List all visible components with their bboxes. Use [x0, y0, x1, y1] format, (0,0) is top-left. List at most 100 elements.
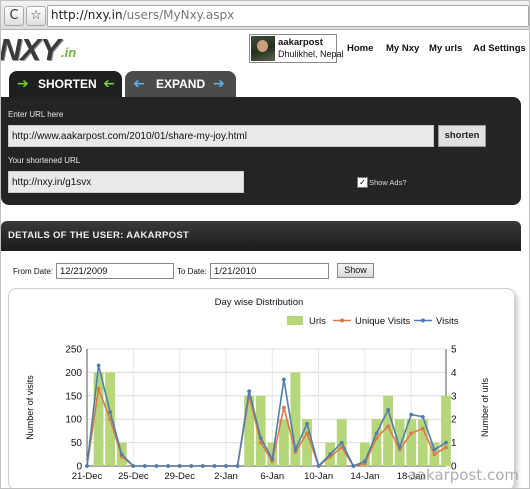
point-visits — [409, 412, 414, 417]
point-visits — [154, 464, 159, 468]
x-tick-label: 29-Dec — [164, 471, 195, 482]
address-bar[interactable]: http://nxy.in/users/MyNxy.aspx — [47, 5, 529, 27]
y2-axis-label: Number of urls — [480, 377, 490, 437]
point-visits — [131, 464, 136, 468]
legend-swatch-marker — [421, 318, 425, 323]
point-visits — [96, 363, 101, 368]
point-visits — [258, 436, 263, 440]
point-visits — [328, 452, 333, 457]
y-tick-label: 250 — [65, 345, 82, 356]
point-visits — [177, 464, 182, 468]
point-visits — [363, 459, 367, 464]
to-date-input[interactable]: 1/21/2010 — [210, 263, 329, 279]
point-visits — [143, 464, 147, 468]
bar-urls — [383, 395, 394, 466]
point-visits — [166, 464, 170, 468]
y-tick-label: 150 — [65, 391, 82, 402]
address-host: http://nxy.in — [51, 8, 123, 22]
short-url-field[interactable]: http://nxy.in/g1svx — [8, 171, 244, 193]
point-visits — [397, 445, 402, 450]
point-visits — [212, 464, 217, 468]
point-visits — [432, 447, 437, 452]
point-visits — [119, 452, 124, 457]
address-path: /users/MyNxy.aspx — [122, 8, 235, 22]
y2-tick-label: 2 — [451, 415, 457, 426]
bar-urls — [441, 395, 451, 466]
address-text: http://nxy.in/users/MyNxy.aspx — [51, 8, 234, 22]
show-button[interactable]: Show — [337, 263, 374, 278]
logo-text: NXY — [0, 32, 61, 67]
point-unique-visits — [409, 431, 414, 436]
y2-tick-label: 4 — [451, 368, 457, 379]
x-tick-label: 25-Dec — [118, 471, 149, 482]
point-visits — [293, 447, 298, 452]
bar-urls — [93, 372, 104, 466]
logo-suffix: .in — [61, 45, 77, 60]
point-visits — [85, 464, 89, 468]
checkmark-icon: ✓ — [359, 178, 366, 187]
tab-expand-label: EXPAND — [156, 77, 206, 91]
nav-my-urls[interactable]: My urls — [429, 43, 462, 54]
point-visits — [108, 410, 113, 415]
chart-title: Day wise Distribution — [215, 297, 304, 308]
point-unique-visits — [420, 426, 425, 431]
shortened-url-label: Your shortened URL — [8, 156, 81, 165]
point-unique-visits — [386, 424, 390, 429]
y2-tick-label: 1 — [451, 438, 457, 449]
enter-url-label: Enter URL here — [8, 110, 64, 119]
arrow-left-icon: ➔ — [133, 76, 145, 92]
point-unique-visits — [281, 405, 286, 410]
point-visits — [374, 431, 379, 436]
tab-shorten[interactable]: ➔ SHORTEN ➔ — [9, 71, 122, 97]
point-unique-visits — [444, 445, 448, 450]
x-tick-label: 6-Jan — [260, 471, 284, 482]
from-date-label: From Date: — [13, 267, 54, 276]
details-header: DETAILS OF THE USER: AAKARPOST — [1, 221, 521, 251]
legend-label: Urls — [309, 316, 326, 327]
from-date-input[interactable]: 12/21/2009 — [56, 263, 174, 279]
x-tick-label: 21-Dec — [72, 471, 103, 482]
point-visits — [351, 464, 356, 468]
legend-label: Unique Visits — [355, 316, 411, 327]
screenshot-frame: C ☆ http://nxy.in/users/MyNxy.aspx NXY .… — [0, 0, 530, 489]
point-unique-visits — [305, 431, 309, 436]
bookmark-star-icon[interactable]: ☆ — [26, 6, 46, 26]
point-unique-visits — [432, 452, 437, 457]
y-tick-label: 100 — [65, 415, 82, 426]
avatar — [251, 36, 275, 61]
to-date-label: To Date: — [177, 267, 207, 276]
show-ads-label: Show Ads? — [369, 178, 407, 187]
point-visits — [281, 377, 286, 382]
details-title: DETAILS OF THE USER: AAKARPOST — [8, 230, 190, 241]
long-url-input[interactable]: http://www.aakarpost.com/2010/01/share-m… — [8, 125, 434, 147]
user-location: Dhulikhel, Nepal — [278, 49, 344, 59]
user-card[interactable]: aakarpost Dhulikhel, Nepal — [249, 34, 344, 63]
nav-ad-settings[interactable]: Ad Settings — [473, 43, 526, 54]
shorten-button[interactable]: shorten — [438, 125, 486, 147]
point-visits — [420, 414, 425, 419]
tab-shorten-label: SHORTEN — [38, 77, 97, 91]
browser-toolbar: C ☆ http://nxy.in/users/MyNxy.aspx — [1, 1, 529, 30]
point-visits — [444, 440, 448, 445]
point-visits — [386, 407, 390, 412]
x-tick-label: 14-Jan — [350, 471, 379, 482]
arrow-right-icon: ➔ — [213, 76, 225, 92]
watermark: aakarpost.com — [407, 466, 519, 484]
nav-home[interactable]: Home — [347, 43, 373, 54]
show-ads-checkbox[interactable]: ✓ — [357, 177, 368, 188]
y2-tick-label: 3 — [451, 391, 457, 402]
x-tick-label: 2-Jan — [214, 471, 238, 482]
y-tick-label: 200 — [65, 368, 82, 379]
legend-label: Visits — [436, 316, 459, 327]
point-visits — [224, 464, 228, 468]
point-visits — [270, 457, 275, 461]
y-tick-label: 50 — [71, 438, 83, 449]
point-visits — [316, 464, 321, 468]
legend-swatch-urls — [287, 316, 303, 325]
point-visits — [235, 464, 240, 468]
point-visits — [189, 464, 194, 468]
tab-expand[interactable]: ➔ EXPAND ➔ — [125, 71, 236, 97]
nav-my-nxy[interactable]: My Nxy — [386, 43, 419, 54]
reload-icon[interactable]: C — [4, 6, 24, 26]
legend-swatch-marker — [340, 318, 344, 323]
